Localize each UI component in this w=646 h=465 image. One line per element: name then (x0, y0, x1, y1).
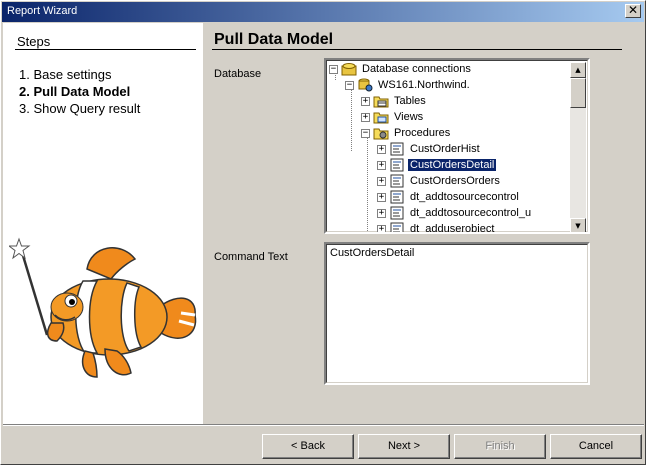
procedure-icon (390, 158, 404, 172)
tree-node[interactable]: + dt_adduserobject (377, 221, 496, 234)
tree-node-label: Database connections (362, 63, 471, 75)
tree-connector (367, 135, 368, 231)
procedure-icon (390, 190, 404, 204)
procedure-icon (390, 222, 404, 232)
procedure-icon (390, 142, 404, 156)
command-text-field[interactable]: CustOrdersDetail (324, 242, 590, 385)
page-title: Pull Data Model (214, 31, 334, 48)
main-panel: Pull Data Model Database − Database conn… (203, 23, 644, 424)
collapse-toggle[interactable]: − (345, 80, 354, 90)
close-button[interactable]: ✕ (625, 4, 641, 18)
database-connections-icon (341, 63, 357, 76)
back-button[interactable]: < Back (262, 434, 354, 459)
tree-node[interactable]: − Procedures (361, 125, 452, 141)
step-item: 1. Base settings (19, 67, 112, 82)
procedure-icon (390, 174, 404, 188)
expand-toggle[interactable]: + (377, 208, 386, 218)
tree-node[interactable]: + Views (361, 109, 425, 125)
button-bar-divider (3, 424, 644, 426)
tree-node-label: WS161.Northwind. (378, 79, 470, 91)
tree-node-label: Procedures (394, 127, 451, 139)
database-tree[interactable]: − Database connections − WS161.Northwind… (324, 58, 590, 234)
tree-node-selected[interactable]: + CustOrdersDetail (377, 157, 498, 173)
window-title: Report Wizard (7, 5, 78, 17)
tree-node-label: Views (394, 111, 424, 123)
procedures-folder-icon (373, 128, 389, 140)
tree-node[interactable]: − WS161.Northwind. (345, 77, 472, 93)
tree-node-label: Tables (394, 95, 426, 107)
expand-toggle[interactable]: + (377, 144, 386, 154)
steps-divider (15, 49, 196, 50)
tree-node-label: CustOrdersDetail (406, 158, 498, 172)
report-wizard-window: Report Wizard ✕ Steps 1. Base settings 2… (0, 0, 646, 465)
command-text-label: Command Text (214, 251, 288, 263)
expand-toggle[interactable]: + (377, 176, 386, 186)
views-folder-icon (373, 112, 389, 124)
collapse-toggle[interactable]: − (361, 128, 370, 138)
tree-scrollbar[interactable]: ▲ ▼ (570, 62, 586, 232)
tree-node[interactable]: + dt_addtosourcecontrol (377, 189, 521, 205)
steps-title: Steps (17, 34, 51, 49)
tree-node[interactable]: + CustOrderHist (377, 141, 482, 157)
cancel-button[interactable]: Cancel (550, 434, 642, 459)
title-bar[interactable]: Report Wizard ✕ (2, 2, 644, 22)
steps-panel: Steps 1. Base settings 2. Pull Data Mode… (3, 23, 203, 424)
tree-node-label: dt_adduserobject (410, 223, 495, 234)
tree-node-label: dt_addtosourcecontrol_u (410, 207, 532, 219)
next-button[interactable]: Next > (358, 434, 450, 459)
tree-node-label: dt_addtosourcecontrol (410, 191, 519, 203)
collapse-toggle[interactable]: − (329, 64, 338, 74)
expand-toggle[interactable]: + (377, 224, 386, 232)
tree-node[interactable]: + Tables (361, 93, 428, 109)
scroll-up-button[interactable]: ▲ (570, 62, 586, 78)
tree-node-label: CustOrdersOrders (410, 175, 500, 187)
database-label: Database (214, 68, 262, 80)
steps-list: 1. Base settings 2. Pull Data Model 3. S… (19, 66, 140, 117)
tree-connector (351, 87, 352, 151)
clownfish-wizard-icon (9, 237, 197, 378)
step-item-active: 2. Pull Data Model (19, 84, 131, 99)
database-server-icon (358, 78, 373, 92)
step-item: 3. Show Query result (19, 101, 141, 116)
tree-node-label: CustOrderHist (410, 143, 480, 155)
finish-button[interactable]: Finish (454, 434, 546, 459)
procedure-icon (390, 206, 404, 220)
page-title-divider (212, 49, 622, 50)
expand-toggle[interactable]: + (377, 192, 386, 202)
tree-node[interactable]: + dt_addtosourcecontrol_u (377, 205, 533, 221)
scroll-down-button[interactable]: ▼ (570, 218, 586, 232)
tree-node[interactable]: − Database connections (329, 61, 473, 77)
expand-toggle[interactable]: + (377, 160, 386, 170)
tree-node[interactable]: + CustOrdersOrders (377, 173, 502, 189)
expand-toggle[interactable]: + (361, 96, 370, 106)
tables-folder-icon (373, 96, 389, 108)
scroll-thumb[interactable] (570, 78, 586, 108)
expand-toggle[interactable]: + (361, 112, 370, 122)
